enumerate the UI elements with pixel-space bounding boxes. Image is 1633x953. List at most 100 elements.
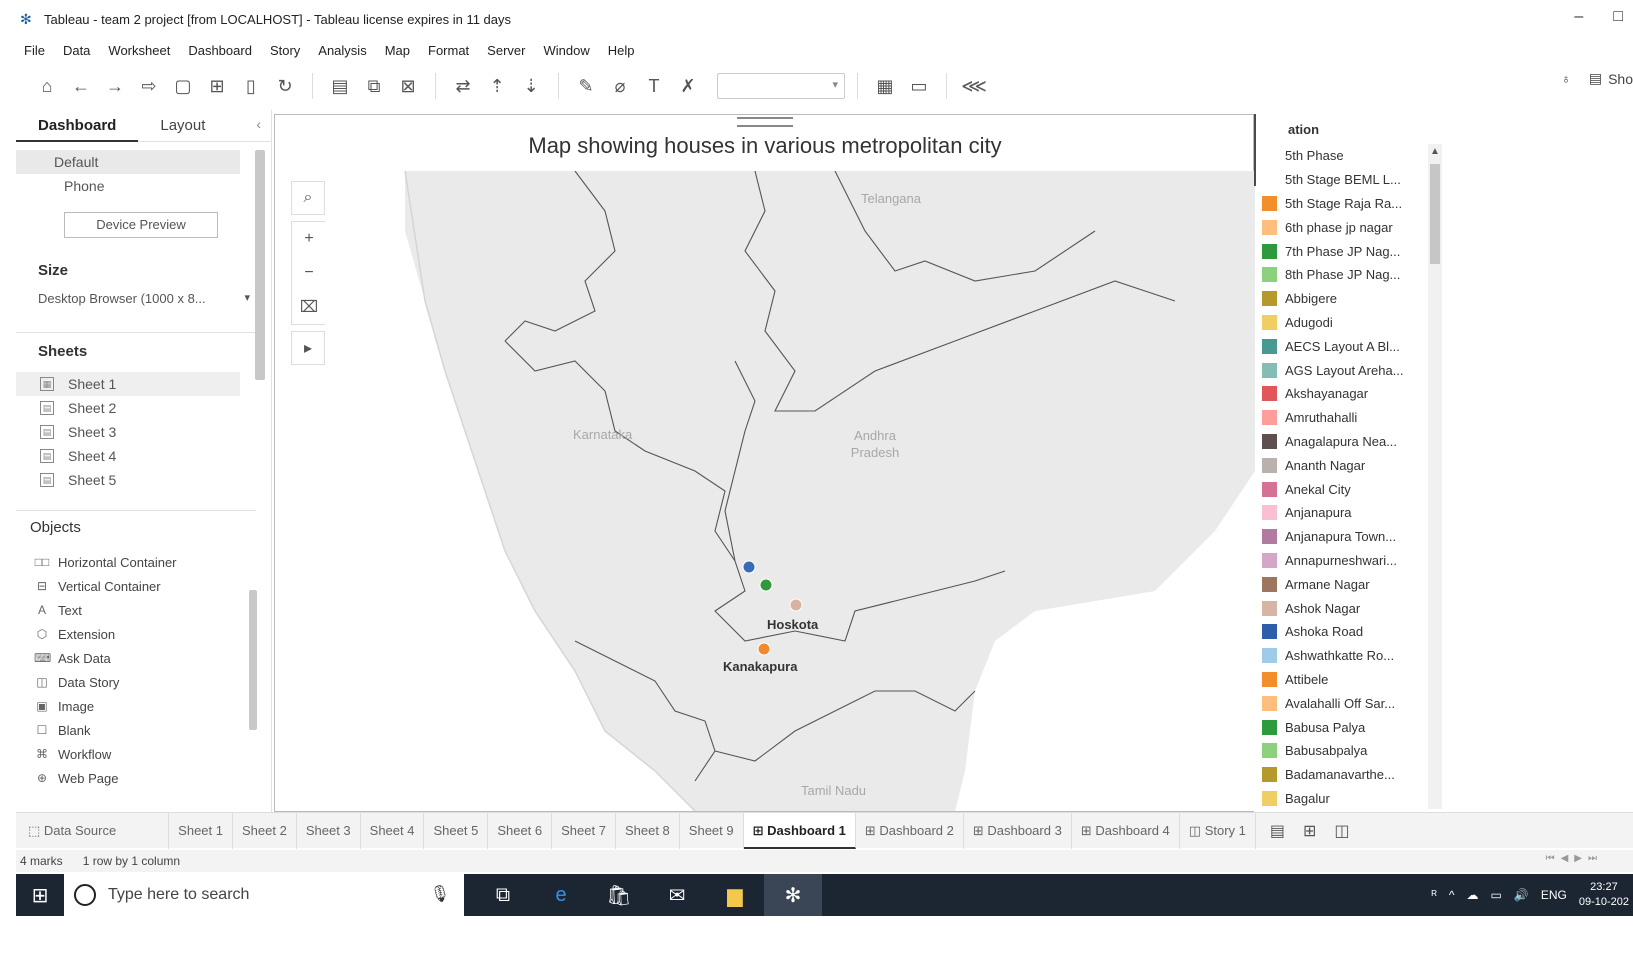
- legend-item[interactable]: Abbigere: [1262, 287, 1404, 311]
- legend-item[interactable]: 5th Stage BEML L...: [1262, 168, 1404, 192]
- new-dashboard-tab-icon[interactable]: ⊞: [1303, 821, 1316, 841]
- device-phone[interactable]: Phone: [16, 174, 240, 198]
- menu-worksheet[interactable]: Worksheet: [108, 43, 170, 58]
- tab-sheet-7[interactable]: Sheet 7: [552, 812, 616, 849]
- legend-item[interactable]: AECS Layout A Bl...: [1262, 334, 1404, 358]
- legend-item[interactable]: Amruthahalli: [1262, 406, 1404, 430]
- network-icon[interactable]: ☁: [1467, 888, 1479, 902]
- collapse-panel-icon[interactable]: ‹: [256, 116, 261, 132]
- menu-file[interactable]: File: [24, 43, 45, 58]
- sheet-item[interactable]: ▦ Sheet 1: [16, 372, 240, 396]
- menu-data[interactable]: Data: [63, 43, 90, 58]
- taskbar-search[interactable]: Type here to search 🎙: [64, 874, 464, 916]
- reset-map-icon[interactable]: ⌧: [292, 290, 326, 324]
- tab-dashboard-3[interactable]: ⊞ Dashboard 3: [964, 812, 1072, 849]
- task-view-icon[interactable]: ⧉: [474, 874, 532, 916]
- show-mark-labels-icon[interactable]: T: [639, 71, 669, 101]
- refresh-icon[interactable]: ↻: [270, 71, 300, 101]
- objects-scrollbar[interactable]: [249, 590, 257, 730]
- menu-server[interactable]: Server: [487, 43, 525, 58]
- show-me-button[interactable]: ▤ Sho: [1589, 70, 1633, 87]
- map-mark[interactable]: [742, 560, 756, 574]
- object-blank[interactable]: ☐ Blank: [16, 718, 271, 742]
- sheet-item[interactable]: ▤ Sheet 4: [16, 444, 240, 468]
- maximize-button[interactable]: □: [1613, 8, 1623, 26]
- tab-dashboard[interactable]: Dashboard: [16, 110, 139, 142]
- legend-item[interactable]: Anjanapura Town...: [1262, 525, 1404, 549]
- presentation-mode-icon[interactable]: ▭: [904, 71, 934, 101]
- object-data-story[interactable]: ◫ Data Story: [16, 670, 271, 694]
- show-cards-icon[interactable]: ▦: [870, 71, 900, 101]
- language-indicator[interactable]: ENG: [1541, 888, 1567, 902]
- new-story-tab-icon[interactable]: ◫: [1334, 821, 1349, 841]
- windows-start-icon[interactable]: ⊞: [16, 874, 64, 916]
- dashboard-canvas[interactable]: Map showing houses in various metropolit…: [274, 114, 1255, 812]
- tab-sheet-3[interactable]: Sheet 3: [297, 812, 361, 849]
- scroll-up-icon[interactable]: ▲: [1430, 146, 1440, 157]
- file-explorer-icon[interactable]: ▆: [706, 874, 764, 916]
- legend-item[interactable]: Armane Nagar: [1262, 572, 1404, 596]
- map-mark[interactable]: [789, 598, 803, 612]
- drag-handle[interactable]: [737, 117, 793, 127]
- tab-dashboard-2[interactable]: ⊞ Dashboard 2: [856, 812, 964, 849]
- object-ask-data[interactable]: ⌨ Ask Data: [16, 646, 271, 670]
- object-image[interactable]: ▣ Image: [16, 694, 271, 718]
- legend-item[interactable]: Anekal City: [1262, 477, 1404, 501]
- menu-dashboard[interactable]: Dashboard: [188, 43, 252, 58]
- show-hidden-icons[interactable]: ^: [1449, 888, 1455, 902]
- save-icon[interactable]: ▢: [168, 71, 198, 101]
- legend-item[interactable]: 7th Phase JP Nag...: [1262, 239, 1404, 263]
- zoom-out-icon[interactable]: −: [292, 256, 326, 290]
- menu-analysis[interactable]: Analysis: [318, 43, 366, 58]
- new-worksheet-tab-icon[interactable]: ▤: [1270, 821, 1285, 841]
- object-workflow[interactable]: ⌘ Workflow: [16, 742, 271, 766]
- people-icon[interactable]: ᴿ: [1431, 888, 1436, 902]
- tab-sheet-6[interactable]: Sheet 6: [488, 812, 553, 849]
- object-extension[interactable]: ⬡ Extension: [16, 622, 271, 646]
- map-search-icon[interactable]: ⌕: [291, 181, 325, 215]
- fit-dropdown[interactable]: [717, 73, 845, 99]
- legend-item[interactable]: Attibele: [1262, 668, 1404, 692]
- legend-item[interactable]: Avalahalli Off Sar...: [1262, 691, 1404, 715]
- object-horizontal-container[interactable]: □□ Horizontal Container: [16, 550, 271, 574]
- store-icon[interactable]: 🛍: [590, 874, 648, 916]
- sheet-item[interactable]: ▤ Sheet 3: [16, 420, 240, 444]
- legend-item[interactable]: Ananth Nagar: [1262, 453, 1404, 477]
- legend-item[interactable]: 5th Stage Raja Ra...: [1262, 192, 1404, 216]
- zoom-in-icon[interactable]: +: [292, 222, 326, 256]
- redo-icon[interactable]: →: [100, 71, 130, 101]
- swap-rows-columns-icon[interactable]: ⇄: [448, 71, 478, 101]
- legend-item[interactable]: Bagalur: [1262, 787, 1404, 811]
- menu-help[interactable]: Help: [608, 43, 635, 58]
- legend-item[interactable]: Badamanavarthe...: [1262, 763, 1404, 787]
- clock[interactable]: 23:27 09-10-202: [1579, 880, 1629, 910]
- legend-scrollbar[interactable]: ▲: [1428, 144, 1442, 809]
- tooltip-icon[interactable]: ♁: [1561, 71, 1571, 86]
- tab-sheet-2[interactable]: Sheet 2: [233, 812, 297, 849]
- menu-story[interactable]: Story: [270, 43, 300, 58]
- replay-icon[interactable]: ⇨: [134, 71, 164, 101]
- map-mark[interactable]: [759, 578, 773, 592]
- sheet-item[interactable]: ▤ Sheet 5: [16, 468, 240, 492]
- expand-toolbar-icon[interactable]: ▸: [291, 331, 325, 365]
- object-text[interactable]: A Text: [16, 598, 271, 622]
- tab-sheet-8[interactable]: Sheet 8: [616, 812, 680, 849]
- legend-item[interactable]: Akshayanagar: [1262, 382, 1404, 406]
- legend-item[interactable]: 5th Phase: [1262, 144, 1404, 168]
- legend-item[interactable]: 8th Phase JP Nag...: [1262, 263, 1404, 287]
- microphone-icon[interactable]: 🎙: [430, 884, 450, 904]
- device-default[interactable]: Default: [16, 150, 240, 174]
- group-members-icon[interactable]: ⌀: [605, 71, 635, 101]
- legend-item[interactable]: Anagalapura Nea...: [1262, 430, 1404, 454]
- legend-item[interactable]: Babusabpalya: [1262, 739, 1404, 763]
- tab-layout[interactable]: Layout: [138, 110, 227, 142]
- tab-story-1[interactable]: ◫ Story 1: [1180, 812, 1256, 849]
- legend-scroll-thumb[interactable]: [1430, 164, 1440, 264]
- tab-sheet-5[interactable]: Sheet 5: [424, 812, 489, 849]
- battery-icon[interactable]: ▭: [1491, 888, 1502, 902]
- legend-item[interactable]: Ashoka Road: [1262, 620, 1404, 644]
- object-vertical-container[interactable]: ⊟ Vertical Container: [16, 574, 271, 598]
- tableau-taskbar-icon[interactable]: ✻: [764, 874, 822, 916]
- size-dropdown[interactable]: Desktop Browser (1000 x 8...: [38, 291, 250, 306]
- tab-dashboard-1[interactable]: ⊞ Dashboard 1: [743, 812, 856, 849]
